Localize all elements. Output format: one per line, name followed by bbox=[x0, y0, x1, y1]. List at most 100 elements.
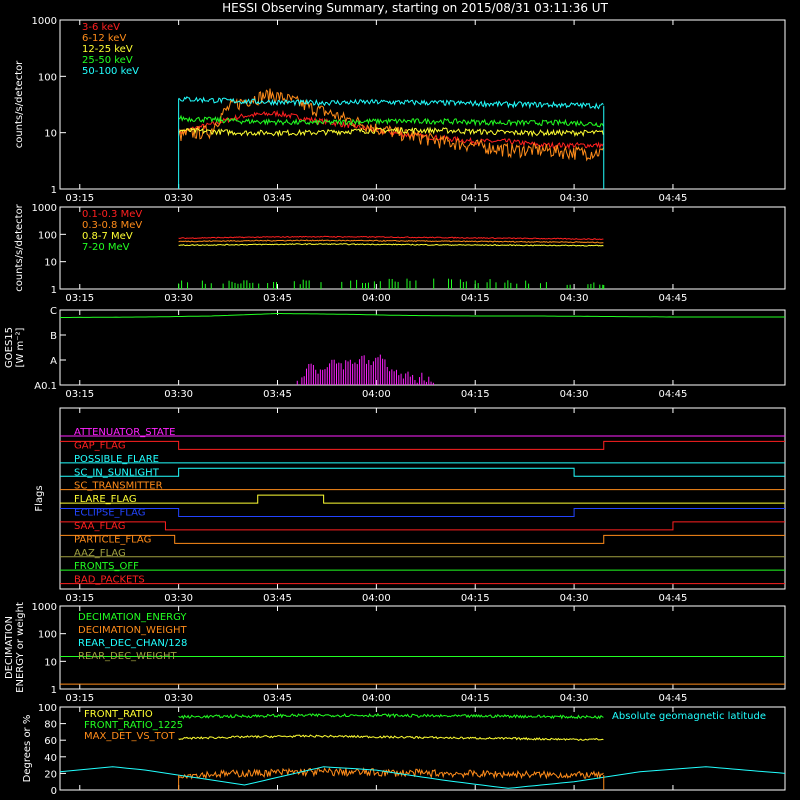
flag-trace bbox=[60, 494, 785, 504]
x-tick-label: 04:30 bbox=[560, 593, 589, 604]
legend-entry: 6-12 keV bbox=[82, 33, 126, 44]
panel-lightcurves: 03:15 03:30 03:45 04:00 04:15 04:30 04:45 1 10 10… bbox=[14, 16, 786, 204]
y-tick-label: 1000 bbox=[32, 602, 57, 613]
y-axis-label: counts/s/detector bbox=[14, 203, 25, 291]
legend-entry: 12-25 keV bbox=[82, 44, 133, 55]
x-tick-label: 04:00 bbox=[362, 593, 391, 604]
flag-trace bbox=[60, 508, 785, 517]
legend-entry: 3-6 keV bbox=[82, 22, 120, 33]
x-tick-label: 03:30 bbox=[164, 193, 193, 204]
legend-entry: DECIMATION_WEIGHT bbox=[78, 625, 187, 636]
flag-trace bbox=[60, 534, 785, 544]
x-tick-label: 04:00 bbox=[362, 389, 391, 400]
y-axis-label: GOES15 bbox=[4, 327, 15, 368]
x-tick-label: 04:45 bbox=[659, 293, 688, 304]
y-tick-label: 1000 bbox=[32, 203, 57, 214]
x-tick-label: 04:00 bbox=[362, 193, 391, 204]
y-axis-label: Degrees or % bbox=[22, 715, 33, 783]
series-trace bbox=[178, 243, 604, 247]
x-tick-label: 03:30 bbox=[164, 593, 193, 604]
y-tick-label: 0 bbox=[51, 786, 57, 797]
flag-label: PARTICLE_FLAG bbox=[74, 534, 151, 545]
panel-flags: 03:15 03:30 03:45 04:00 04:15 04:30 04:45 Flags… bbox=[34, 407, 786, 604]
x-tick-label: 03:45 bbox=[263, 293, 292, 304]
legend-entry: 25-50 keV bbox=[82, 55, 133, 66]
series-trace bbox=[178, 235, 604, 241]
x-tick-label: 04:00 bbox=[362, 293, 391, 304]
series-trace bbox=[178, 239, 604, 244]
x-tick-label: 04:30 bbox=[560, 389, 589, 400]
y-tick-label: 1 bbox=[51, 285, 57, 296]
x-tick-label: 03:30 bbox=[164, 293, 193, 304]
series-trace bbox=[178, 114, 604, 128]
legend-entry: 0.1-0.3 MeV bbox=[82, 209, 142, 220]
x-tick-label: 04:30 bbox=[560, 293, 589, 304]
y-axis-label: Flags bbox=[34, 485, 45, 511]
legend-entry: DECIMATION_ENERGY bbox=[78, 612, 187, 623]
geomag-latitude-trace bbox=[59, 766, 786, 789]
y-tick-label: B bbox=[50, 331, 57, 342]
x-tick-label: 03:30 bbox=[164, 693, 193, 704]
legend-entry: 7-20 MeV bbox=[82, 242, 130, 253]
x-tick-label: 03:15 bbox=[65, 293, 94, 304]
x-tick-label: 03:45 bbox=[263, 193, 292, 204]
y-tick-label: 10 bbox=[44, 657, 57, 668]
y-tick-label: 100 bbox=[38, 72, 57, 83]
y-axis-label-2: ENERGY or weight bbox=[15, 602, 26, 693]
x-tick-label: 04:15 bbox=[461, 193, 490, 204]
flag-label: SAA_FLAG bbox=[74, 521, 125, 532]
y-tick-label: 80 bbox=[44, 720, 57, 731]
y-tick-label: 10 bbox=[44, 129, 57, 140]
y-axis-label: DECIMATION bbox=[4, 616, 15, 679]
legend-entry: 0.3-0.8 MeV bbox=[82, 220, 142, 231]
panel-frame bbox=[59, 309, 786, 386]
x-tick-label: 04:15 bbox=[461, 593, 490, 604]
y-tick-label: 10 bbox=[44, 258, 57, 269]
legend-entry: 50-100 keV bbox=[82, 66, 139, 77]
y-tick-label: 100 bbox=[38, 703, 57, 714]
x-tick-label: 04:15 bbox=[461, 293, 490, 304]
x-tick-label: 04:30 bbox=[560, 193, 589, 204]
geomag-annotation: Absolute geomagnetic latitude bbox=[612, 711, 766, 722]
x-tick-label: 03:15 bbox=[65, 389, 94, 400]
y-tick-label: A bbox=[50, 356, 57, 367]
panel-frame bbox=[59, 19, 786, 190]
series-trace bbox=[178, 734, 604, 742]
flag-label: ECLIPSE_FLAG bbox=[74, 508, 145, 519]
goes-long-trace bbox=[60, 313, 785, 318]
y-tick-label: C bbox=[50, 306, 57, 317]
x-tick-label: 03:45 bbox=[263, 389, 292, 400]
x-tick-label: 04:45 bbox=[659, 389, 688, 400]
flag-trace bbox=[60, 521, 785, 531]
x-tick-label: 04:15 bbox=[461, 389, 490, 400]
y-tick-label: 1000 bbox=[32, 16, 57, 27]
series-trace bbox=[178, 766, 604, 780]
flag-label: GAP_FLAG bbox=[74, 440, 126, 451]
y-tick-label: A0.1 bbox=[34, 381, 57, 392]
x-tick-label: 03:15 bbox=[65, 693, 94, 704]
panel-goes: 03:15 03:30 03:45 04:00 04:15 04:30 04:45 A0.1 A… bbox=[4, 306, 786, 400]
x-tick-label: 03:30 bbox=[164, 389, 193, 400]
y-tick-label: 60 bbox=[44, 736, 57, 747]
panel-high_energy: 03:15 03:30 03:45 04:00 04:15 04:30 04:45 1 10 10… bbox=[14, 203, 786, 304]
figure-title: HESSI Observing Summary, starting on 201… bbox=[222, 1, 608, 15]
x-tick-label: 04:15 bbox=[461, 693, 490, 704]
y-tick-label: 1 bbox=[51, 685, 57, 696]
y-tick-label: 1 bbox=[51, 185, 57, 196]
x-tick-label: 04:45 bbox=[659, 593, 688, 604]
y-tick-label: 40 bbox=[44, 753, 57, 764]
flag-trace bbox=[60, 440, 785, 450]
panel-ratios: 0 20 40 60 80 100 Degrees or % FRONT_RATIOFRONT… bbox=[22, 703, 786, 797]
legend-entry: REAR_DEC_WEIGHT bbox=[78, 651, 177, 662]
legend-entry: FRONT_RATIO_1225 bbox=[84, 720, 183, 731]
x-tick-label: 04:45 bbox=[659, 693, 688, 704]
panel-frame bbox=[59, 206, 786, 290]
legend-entry: REAR_DEC_CHAN/128 bbox=[78, 638, 187, 649]
x-tick-label: 04:00 bbox=[362, 693, 391, 704]
y-axis-label-2: [W m⁻²] bbox=[15, 327, 26, 367]
series-trace bbox=[178, 712, 604, 720]
y-tick-label: 100 bbox=[38, 630, 57, 641]
panel-decimation: 03:15 03:30 03:45 04:00 04:15 04:30 04:45 1 10 10… bbox=[4, 602, 786, 704]
x-tick-label: 03:45 bbox=[263, 693, 292, 704]
x-tick-label: 04:30 bbox=[560, 693, 589, 704]
